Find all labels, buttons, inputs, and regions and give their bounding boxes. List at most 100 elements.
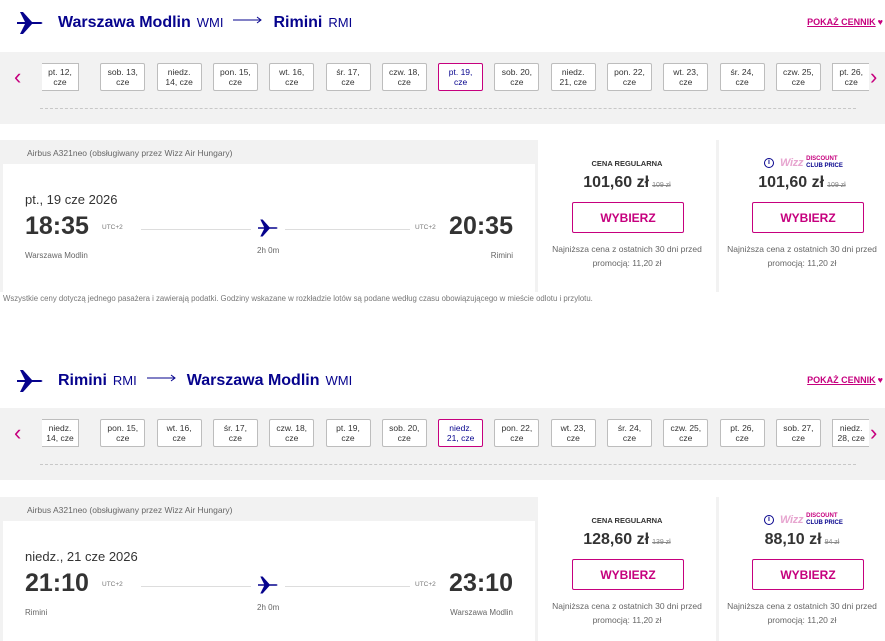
info-icon[interactable]: i (764, 158, 774, 168)
date-option[interactable]: śr. 24, cze (607, 419, 652, 447)
arrival-timezone: UTC+2 (415, 224, 436, 231)
select-club-button[interactable]: WYBIERZ (752, 559, 864, 590)
date-option[interactable]: pt. 19, cze (438, 63, 484, 91)
destination-code: RMI (328, 15, 353, 30)
inbound-date-strip: ‹ › niedz. 14, cze pon. 15, cze wt. 16, cz… (0, 408, 885, 480)
regular-price: 101,60 zł 109 zł (538, 174, 716, 192)
date-option[interactable]: śr. 17, cze (212, 419, 258, 447)
date-option[interactable]: śr. 17, cze (325, 63, 371, 91)
date-option[interactable]: czw. 18, cze (269, 419, 315, 447)
date-option[interactable]: sob. 20, cze (381, 419, 427, 447)
arrival-time: 23:10 (449, 569, 513, 597)
logo-line-1: DISCOUNT (806, 513, 838, 519)
origin-city: Warszawa Modlin (58, 14, 191, 31)
lowest-price-note: Najniższa cena z ostatnich 30 dni przed … (552, 601, 702, 625)
regular-price-box: CENA REGULARNA 128,60 zł 139 zł WYBIERZ N… (538, 497, 716, 641)
date-option[interactable]: wt. 23, cze (663, 63, 709, 91)
date-option[interactable]: śr. 24, cze (719, 63, 765, 91)
date-option[interactable]: sob. 20, cze (494, 63, 540, 91)
departure-city: Rimini (25, 608, 48, 617)
departure-time: 21:10 (25, 569, 89, 597)
wizz-logo: Wizz (780, 514, 804, 526)
date-option[interactable]: sob. 27, cze (775, 419, 821, 447)
date-option[interactable]: wt. 16, cze (269, 63, 315, 91)
regular-price-label: CENA REGULARNA (591, 516, 663, 525)
origin-code: WMI (196, 15, 224, 30)
flight-date: niedz., 21 cze 2026 (25, 549, 138, 564)
date-option[interactable]: wt. 23, cze (550, 419, 596, 447)
destination-city: Warszawa Modlin (186, 372, 320, 389)
outbound-route-title: Warszawa Modlin WMI Rimini RMI (58, 14, 362, 32)
show-prices-label: POKAŻ CENNIK (807, 17, 876, 27)
long-arrow-icon (233, 16, 263, 24)
date-option[interactable]: wt. 16, cze (156, 419, 202, 447)
arrival-city: Rimini (490, 251, 513, 260)
aircraft-info: Airbus A321neo (obsługiwany przez Wizz A… (3, 140, 535, 164)
show-prices-link[interactable]: POKAŻ CENNIK ♥ (807, 17, 883, 27)
outbound-route-header: Warszawa Modlin WMI Rimini RMI POKAŻ CEN… (0, 0, 885, 46)
date-option[interactable]: czw. 25, cze (663, 419, 709, 447)
date-option[interactable]: pt. 19, cze (325, 419, 371, 447)
price-amount: 128,60 zł (583, 531, 650, 548)
select-regular-button[interactable]: WYBIERZ (572, 202, 684, 233)
old-price: 94 zł (824, 539, 840, 546)
club-price: 88,10 zł 94 zł (719, 531, 885, 549)
date-option[interactable]: pon. 22, cze (494, 419, 540, 447)
price-amount: 101,60 zł (758, 174, 825, 191)
club-price: 101,60 zł 109 zł (719, 174, 885, 192)
date-option[interactable]: niedz. 21, cze (550, 63, 596, 91)
date-option[interactable]: czw. 25, cze (775, 63, 821, 91)
departure-timezone: UTC+2 (102, 581, 123, 588)
chevron-right-icon[interactable]: › (870, 66, 877, 88)
old-price: 139 zł (652, 539, 671, 546)
inbound-route-title: Rimini RMI Warszawa Modlin WMI (58, 372, 362, 390)
inbound-flight-card: Airbus A321neo (obsługiwany przez Wizz A… (0, 497, 885, 641)
date-option[interactable]: niedz. 21, cze (438, 419, 484, 447)
date-option[interactable]: niedz. 14, cze (156, 63, 202, 91)
show-prices-link[interactable]: POKAŻ CENNIK ♥ (807, 375, 883, 385)
inbound-route-header: Rimini RMI Warszawa Modlin WMI POKAŻ CEN… (0, 358, 885, 404)
select-regular-button[interactable]: WYBIERZ (572, 559, 684, 590)
lowest-price-note: Najniższa cena z ostatnich 30 dni przed … (552, 244, 702, 268)
date-option[interactable]: niedz. 14, cze (42, 419, 79, 447)
divider (40, 108, 856, 109)
chevron-left-icon[interactable]: ‹ (14, 422, 21, 444)
arrival-timezone: UTC+2 (415, 581, 436, 588)
arrival-city: Warszawa Modlin (450, 608, 513, 617)
flight-details: Airbus A321neo (obsługiwany przez Wizz A… (3, 497, 535, 641)
date-option[interactable]: niedz. 28, cze (832, 419, 870, 447)
airplane-icon (17, 370, 43, 392)
flight-duration: 2h 0m (257, 246, 280, 255)
date-option[interactable]: pt. 26, cze (832, 63, 870, 91)
date-option[interactable]: sob. 13, cze (100, 63, 146, 91)
date-option[interactable]: pon. 22, cze (607, 63, 652, 91)
logo-line-2: CLUB PRICE (806, 520, 843, 526)
airplane-icon (17, 12, 43, 34)
date-option[interactable]: pt. 12, cze (42, 63, 79, 91)
date-option[interactable]: pt. 26, cze (719, 419, 765, 447)
outbound-date-strip: ‹ › pt. 12, cze sob. 13, cze niedz. 14, cz… (0, 52, 885, 124)
price-disclaimer: Wszystkie ceny dotyczą jednego pasażera … (3, 294, 593, 303)
logo-line-1: DISCOUNT (806, 156, 838, 162)
route-line (285, 229, 410, 230)
chevron-left-icon[interactable]: ‹ (14, 66, 21, 88)
airplane-icon (258, 576, 278, 594)
logo-line-2: CLUB PRICE (806, 163, 843, 169)
info-icon[interactable]: i (764, 515, 774, 525)
route-line (141, 229, 251, 230)
regular-price: 128,60 zł 139 zł (538, 531, 716, 549)
regular-price-box: CENA REGULARNA 101,60 zł 109 zł WYBIERZ N… (538, 140, 716, 294)
flight-date: pt., 19 cze 2026 (25, 192, 118, 207)
select-club-button[interactable]: WYBIERZ (752, 202, 864, 233)
flight-details: Airbus A321neo (obsługiwany przez Wizz A… (3, 140, 535, 294)
outbound-flight-card: Airbus A321neo (obsługiwany przez Wizz A… (0, 140, 885, 294)
divider (40, 464, 856, 465)
date-option[interactable]: pon. 15, cze (100, 419, 146, 447)
regular-price-label: CENA REGULARNA (591, 159, 663, 168)
lowest-price-note: Najniższa cena z ostatnich 30 dni przed … (727, 244, 877, 268)
lowest-price-note: Najniższa cena z ostatnich 30 dni przed … (727, 601, 877, 625)
date-option[interactable]: czw. 18, cze (381, 63, 427, 91)
chevron-right-icon[interactable]: › (870, 422, 877, 444)
heart-icon: ♥ (877, 375, 883, 385)
date-option[interactable]: pon. 15, cze (212, 63, 258, 91)
